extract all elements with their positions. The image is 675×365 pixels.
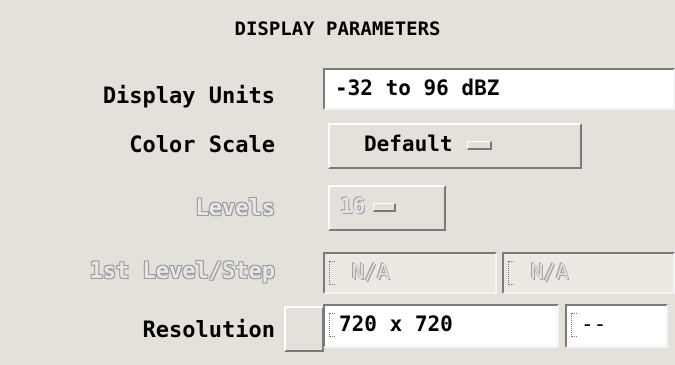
text-cursor-icon: [329, 313, 335, 337]
resolution-secondary-value: --: [581, 312, 607, 336]
color-scale-option-menu[interactable]: Default: [328, 123, 582, 169]
levels-label: Levels: [195, 196, 275, 221]
display-units-label: Display Units: [102, 84, 275, 109]
step-value: N/A: [530, 260, 569, 284]
levels-value: 16: [340, 194, 366, 218]
display-units-value: -32 to 96 dBZ: [335, 76, 500, 100]
display-units-field[interactable]: -32 to 96 dBZ: [323, 68, 675, 110]
panel-title: DISPLAY PARAMETERS: [234, 18, 441, 40]
option-menu-indicator-icon: [466, 140, 492, 150]
resolution-label: Resolution: [142, 318, 275, 343]
first-level-step-label: 1st Level/Step: [89, 259, 275, 284]
levels-option-menu[interactable]: 16: [328, 185, 446, 231]
resolution-value: 720 x 720: [339, 312, 453, 336]
text-cursor-icon: [508, 261, 514, 285]
option-menu-indicator-icon: [373, 202, 397, 212]
text-cursor-icon: [571, 313, 577, 337]
resolution-secondary-field[interactable]: --: [565, 304, 668, 348]
resolution-toggle-button[interactable]: [284, 306, 324, 352]
color-scale-label: Color Scale: [129, 133, 275, 158]
resolution-field[interactable]: 720 x 720: [323, 304, 559, 348]
step-field[interactable]: N/A: [502, 252, 675, 294]
text-cursor-icon: [329, 261, 335, 285]
first-level-value: N/A: [351, 260, 390, 284]
first-level-field[interactable]: N/A: [323, 252, 497, 294]
color-scale-value: Default: [364, 132, 453, 156]
